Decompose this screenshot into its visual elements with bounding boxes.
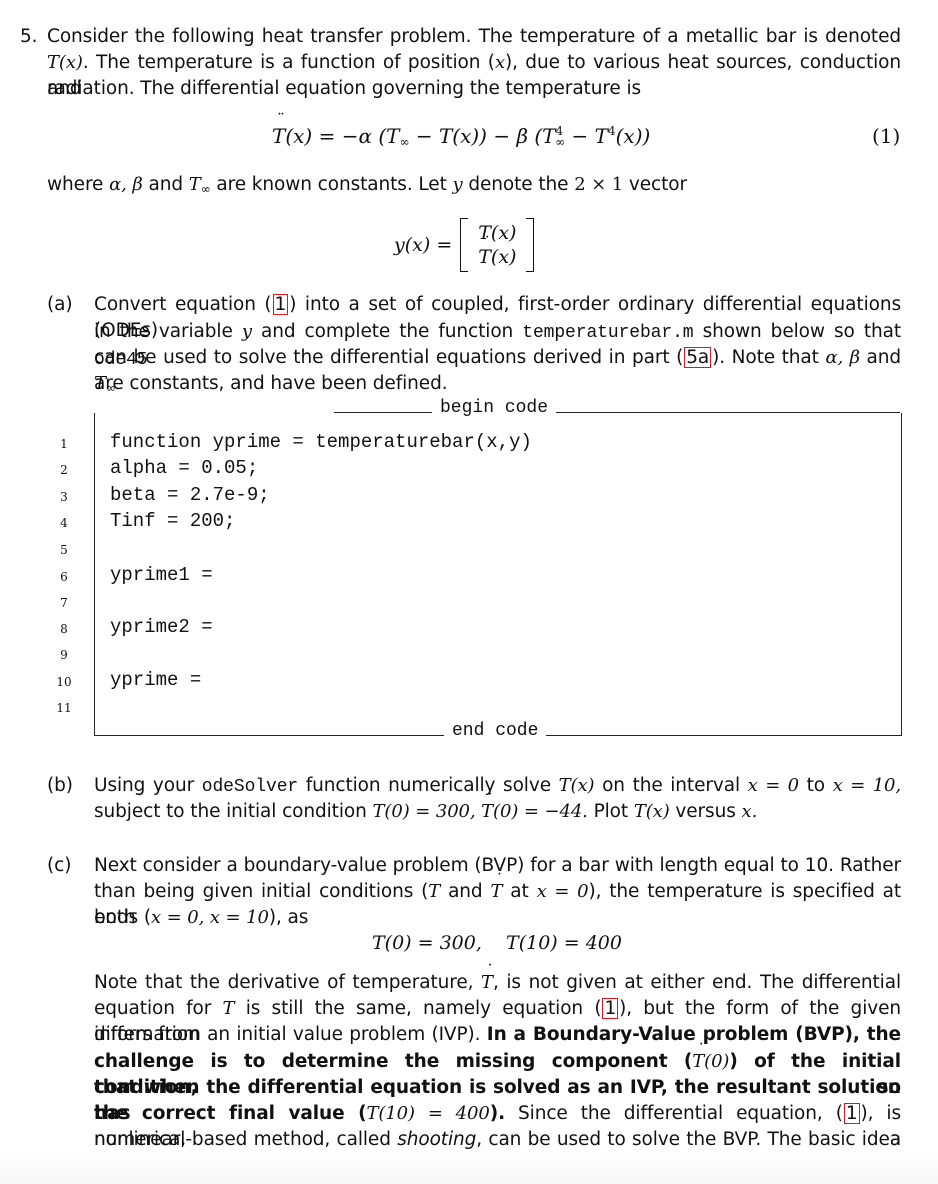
vector-y-definition: y(x) = T(x) T(x): [394, 216, 535, 274]
line-number: 9: [60, 648, 68, 662]
right-bracket: [526, 218, 535, 272]
part-c-para-line-3: differs from an initial value problem (I…: [94, 1024, 901, 1045]
boundary-conditions: T(0) = 300, T(10) = 400: [372, 932, 622, 954]
code-line: yprime =: [110, 669, 202, 691]
code-line: yprime1 =: [110, 564, 213, 586]
equation-1: T(x) = −α (T∞ − T(x)) − β (T4∞ − T4(x)): [272, 124, 650, 149]
line-number: 3: [60, 490, 68, 504]
filename-code: temperaturebar.m: [522, 323, 694, 343]
line-number: 11: [56, 701, 72, 715]
equation-ref-link[interactable]: 1: [272, 294, 289, 315]
left-bracket: [460, 218, 469, 272]
part-ref-link[interactable]: 5a: [684, 347, 712, 368]
equation-number-1: (1): [872, 124, 901, 148]
vector-row-2: T(x): [478, 231, 516, 269]
equation-ref-link[interactable]: 1: [602, 998, 619, 1019]
code-line: beta = 2.7e-9;: [110, 484, 270, 506]
part-c-label: (c): [47, 855, 72, 876]
part-c-para-line-1: Note that the derivative of temperature,…: [94, 970, 901, 996]
problem-number: 5.: [20, 26, 38, 47]
part-b-line-1: Using your odeSolver function numericall…: [94, 775, 902, 797]
part-b-line-2: subject to the initial condition T(0) = …: [94, 799, 757, 825]
intro-line-1: Consider the following heat transfer pro…: [47, 26, 901, 47]
line-number: 5: [60, 543, 68, 557]
intro-line-3: radiation. The differential equation gov…: [47, 78, 642, 99]
math-Tx: T(x): [47, 52, 83, 73]
line-number: 1: [60, 437, 68, 451]
part-b-label: (b): [47, 775, 73, 796]
code-line: yprime2 =: [110, 616, 213, 638]
code-line: Tinf = 200;: [110, 510, 236, 532]
part-a-line-4: are constants, and have been defined.: [94, 373, 448, 394]
equation-ref-link[interactable]: 1: [843, 1103, 860, 1124]
line-number: 10: [56, 675, 72, 689]
code-line: function yprime = temperaturebar(x,y): [110, 431, 532, 453]
line-number: 2: [60, 463, 68, 477]
line-number: 8: [60, 622, 68, 636]
end-code-label: end code: [444, 721, 547, 741]
odesolver-code: odeSolver: [201, 777, 299, 797]
code-line: alpha = 0.05;: [110, 457, 259, 479]
line-number: 6: [60, 570, 68, 584]
part-a-label: (a): [47, 294, 73, 315]
part-c-line-3: ends (x = 0, x = 10), as: [94, 907, 309, 928]
document-page: 5. Consider the following heat transfer …: [0, 0, 938, 1184]
page-bottom-fade: [0, 1150, 938, 1184]
line-number: 4: [60, 516, 68, 530]
line-number: 7: [60, 596, 68, 610]
where-line: where α, β and T∞ are known constants. L…: [47, 174, 688, 196]
